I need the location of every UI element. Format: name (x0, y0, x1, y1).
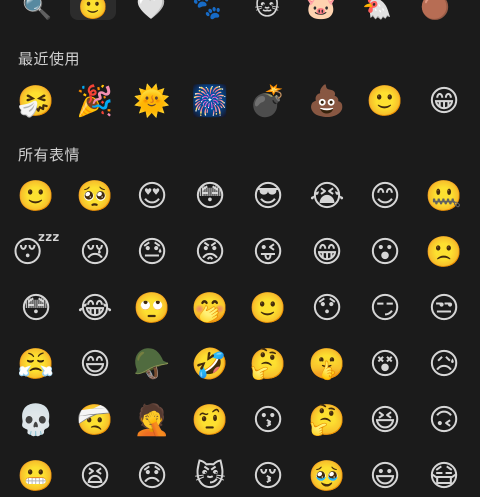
sticker-pack-1-icon-glyph: 🐾 (192, 0, 222, 21)
search-icon-glyph: 🔍 (22, 0, 52, 21)
tired-face-icon[interactable]: 😫 (75, 457, 115, 497)
frown-face-icon[interactable]: 🙁 (424, 233, 464, 273)
emoji-tab-icon-glyph: 🙂 (78, 0, 108, 21)
happy-face-icon[interactable]: 😄 (75, 345, 115, 385)
smile-face-icon[interactable]: 🙂 (365, 82, 405, 122)
sticker-pack-4-icon-glyph: 🐔 (362, 0, 392, 21)
recent-section-title: 最近使用 (18, 50, 81, 68)
favorites-heart-icon-glyph: 🤍 (136, 0, 166, 21)
mask-face-icon[interactable]: 😷 (424, 457, 464, 497)
dark-sweat-face-icon[interactable]: 😥 (424, 345, 464, 385)
sly-face-icon[interactable]: 😼 (190, 457, 230, 497)
zipped-mouth-face-icon[interactable]: 🤐 (424, 177, 464, 217)
unamused-face-icon[interactable]: 😒 (424, 289, 464, 329)
bomb-icon[interactable]: 💣 (248, 82, 288, 122)
wide-eyes-face-icon[interactable]: 😯 (307, 289, 347, 329)
grimace-face-icon[interactable]: 😬 (16, 457, 56, 497)
sleeping-face-icon[interactable]: 😴 (12, 233, 60, 273)
sticker-pack-2-icon[interactable]: 🐱 (244, 0, 290, 20)
furious-face-icon[interactable]: 😤 (16, 345, 56, 385)
heart-eyes-face-icon[interactable]: 😍 (132, 177, 172, 217)
crying-face-icon[interactable]: 😭 (307, 177, 347, 217)
favorites-heart-icon[interactable]: 🤍 (128, 0, 174, 20)
blush-face-icon[interactable]: 😳 (16, 289, 56, 329)
sad-face-icon[interactable]: 😞 (132, 457, 172, 497)
skull-icon[interactable]: 💀 (16, 401, 56, 441)
poop-icon[interactable]: 💩 (307, 82, 347, 122)
sticker-pack-2-icon-glyph: 🐱 (254, 0, 280, 21)
sad-crying-face-icon[interactable]: 😢 (75, 233, 115, 273)
tongue-wink-face-icon[interactable]: 😜 (248, 233, 288, 273)
search-icon[interactable]: 🔍 (14, 0, 60, 20)
cute-face-icon[interactable]: 🥹 (307, 457, 347, 497)
kiss-face-icon[interactable]: 😚 (248, 457, 288, 497)
fireworks-icon[interactable]: 🎆 (190, 82, 230, 122)
confused-face-icon[interactable]: 🤔 (248, 345, 288, 385)
worried-face-icon[interactable]: 🥺 (75, 177, 115, 217)
emoji-tab-icon[interactable]: 🙂 (70, 0, 116, 20)
sunglasses-face-icon[interactable]: 😎 (248, 177, 288, 217)
smirk-face-icon[interactable]: 😏 (365, 289, 405, 329)
laughing-tears-face-icon[interactable]: 😂 (75, 289, 115, 329)
rolling-eyes-face-icon[interactable]: 🙄 (132, 289, 172, 329)
embarrassed-face-icon[interactable]: 😓 (132, 233, 172, 273)
head-bandage-face-icon[interactable]: 🤕 (75, 401, 115, 441)
sticker-pack-3-icon[interactable]: 🐷 (298, 0, 344, 20)
rofl-face-icon[interactable]: 🤣 (190, 345, 230, 385)
shush-face-icon[interactable]: 🤫 (307, 345, 347, 385)
side-eye-face-icon[interactable]: 🤨 (190, 401, 230, 441)
sticker-pack-5-icon-glyph: 🟤 (420, 0, 450, 21)
sticker-pack-4-icon[interactable]: 🐔 (354, 0, 400, 20)
sticker-pack-5-icon[interactable]: 🟤 (412, 0, 458, 20)
surprised-face-icon[interactable]: 😮 (365, 233, 405, 273)
beaming-face-icon[interactable]: 😃 (365, 457, 405, 497)
pouting-face-icon[interactable]: 😗 (248, 401, 288, 441)
sun-icon[interactable]: 🌞 (132, 82, 172, 122)
facepalm-face-icon[interactable]: 🤦 (132, 401, 172, 441)
shy-face-icon[interactable]: 😊 (365, 177, 405, 217)
dizzy-face-icon[interactable]: 😵 (365, 345, 405, 385)
grin-face-icon[interactable]: 😁 (424, 82, 464, 122)
sticker-pack-1-icon[interactable]: 🐾 (184, 0, 230, 20)
all-emoji-section-title: 所有表情 (18, 146, 81, 164)
angry-face-icon[interactable]: 😡 (190, 233, 230, 273)
giggle-face-icon[interactable]: 🤭 (190, 289, 230, 329)
laughing-face-icon[interactable]: 😆 (365, 401, 405, 441)
soldier-face-icon[interactable]: 🪖 (132, 345, 172, 385)
thinking-face-icon[interactable]: 🤔 (307, 401, 347, 441)
sneeze-face-icon[interactable]: 🤧 (16, 82, 56, 122)
slanted-smile-face-icon[interactable]: 🙃 (424, 401, 464, 441)
grin-face-icon[interactable]: 😁 (307, 233, 347, 273)
emoji-tab-bar: 🔍 🙂 🤍 🐾 🐱 🐷 🐔 🟤 (0, 0, 480, 20)
party-popper-icon[interactable]: 🎉 (75, 82, 115, 122)
sticker-pack-3-icon-glyph: 🐷 (306, 0, 336, 21)
smile-face-icon[interactable]: 🙂 (16, 177, 56, 217)
slight-smile-face-icon[interactable]: 🙂 (248, 289, 288, 329)
stare-face-icon[interactable]: 😳 (190, 177, 230, 217)
